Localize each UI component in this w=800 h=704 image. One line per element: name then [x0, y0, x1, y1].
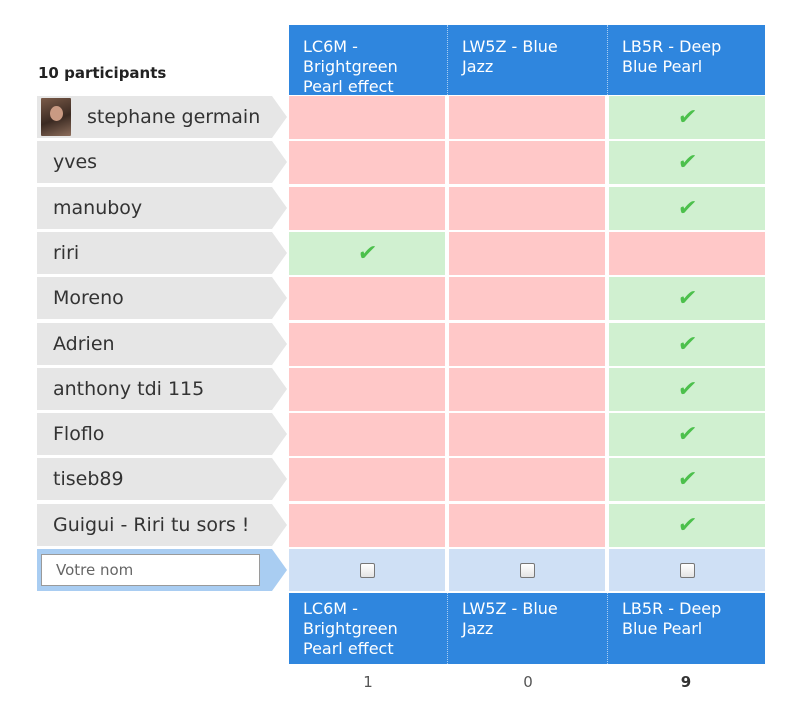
vote-cell-yes: ✔ — [609, 323, 765, 366]
checkmark-icon: ✔ — [676, 376, 699, 402]
checkmark-icon: ✔ — [356, 240, 379, 266]
participant-name-label: Adrien — [53, 333, 115, 355]
participant-name-label: manuboy — [53, 197, 143, 219]
column-header-2: LW5Z - Blue Jazz — [447, 25, 607, 95]
avatar — [41, 98, 71, 136]
checkmark-icon: ✔ — [676, 285, 699, 311]
vote-cell-no — [449, 187, 605, 230]
poll-table: 10 participants LC6M - Brightgreen Pearl… — [0, 0, 800, 704]
vote-cell-no — [289, 141, 445, 184]
participant-name-label: tiseb89 — [53, 468, 124, 490]
vote-cell-yes: ✔ — [609, 187, 765, 230]
vote-cell-no — [609, 232, 765, 275]
vote-cell-no — [449, 232, 605, 275]
vote-cell-no — [449, 141, 605, 184]
checkmark-icon: ✔ — [676, 466, 699, 492]
vote-cell-no — [289, 96, 445, 139]
checkmark-icon: ✔ — [676, 421, 699, 447]
vote-cell-yes: ✔ — [609, 277, 765, 320]
column-footer-3: LB5R - Deep Blue Pearl — [607, 593, 765, 664]
participant-name-label: Guigui - Riri tu sors ! — [53, 514, 250, 536]
vote-cell-no — [289, 413, 445, 456]
participant-name: stephane germain — [37, 96, 287, 138]
vote-input-cell-3 — [609, 549, 765, 591]
vote-cell-no — [289, 187, 445, 230]
participant-name-label: yves — [53, 151, 98, 173]
vote-cell-no — [449, 458, 605, 501]
participant-name: yves — [37, 141, 287, 183]
participant-name: Adrien — [37, 323, 287, 365]
vote-cell-no — [289, 368, 445, 411]
vote-cell-no — [449, 277, 605, 320]
checkmark-icon: ✔ — [676, 104, 699, 130]
participant-name: riri — [37, 232, 287, 274]
vote-input-cell-2 — [449, 549, 605, 591]
participant-name: Guigui - Riri tu sors ! — [37, 504, 287, 546]
participant-name-label: stephane germain — [87, 106, 261, 128]
participant-name-label: riri — [53, 242, 80, 264]
checkmark-icon: ✔ — [676, 512, 699, 538]
checkmark-icon: ✔ — [676, 195, 699, 221]
vote-cell-yes: ✔ — [609, 458, 765, 501]
vote-input-cell-1 — [289, 549, 445, 591]
vote-cell-no — [289, 504, 445, 547]
vote-total-2: 0 — [523, 673, 533, 691]
vote-total-1: 1 — [363, 673, 373, 691]
vote-checkbox-1[interactable] — [359, 562, 375, 578]
participant-name: Floflo — [37, 413, 287, 455]
vote-cell-no — [449, 368, 605, 411]
participant-name-label: Floflo — [53, 423, 105, 445]
vote-checkbox-2[interactable] — [519, 562, 535, 578]
participant-name-label: anthony tdi 115 — [53, 378, 205, 400]
column-header-3: LB5R - Deep Blue Pearl — [607, 25, 765, 95]
vote-cell-yes: ✔ — [289, 232, 445, 275]
name-input[interactable] — [41, 554, 260, 586]
vote-cell-yes: ✔ — [609, 504, 765, 547]
participant-name: tiseb89 — [37, 458, 287, 500]
column-header-1: LC6M - Brightgreen Pearl effect — [289, 25, 447, 96]
vote-cell-no — [289, 277, 445, 320]
participant-name: Moreno — [37, 277, 287, 319]
vote-cell-yes: ✔ — [609, 413, 765, 456]
participant-name: anthony tdi 115 — [37, 368, 287, 410]
vote-checkbox-3[interactable] — [679, 562, 695, 578]
checkmark-icon: ✔ — [676, 149, 699, 175]
vote-cell-no — [449, 413, 605, 456]
vote-cell-yes: ✔ — [609, 141, 765, 184]
vote-cell-yes: ✔ — [609, 96, 765, 139]
vote-total-3: 9 — [680, 673, 692, 691]
participant-name: manuboy — [37, 187, 287, 229]
checkmark-icon: ✔ — [676, 331, 699, 357]
vote-cell-no — [449, 96, 605, 139]
vote-cell-no — [449, 504, 605, 547]
vote-cell-no — [289, 458, 445, 501]
vote-cell-no — [289, 323, 445, 366]
participant-name-label: Moreno — [53, 287, 124, 309]
vote-cell-yes: ✔ — [609, 368, 765, 411]
column-footer-1: LC6M - Brightgreen Pearl effect — [289, 593, 447, 664]
vote-cell-no — [449, 323, 605, 366]
column-footer-2: LW5Z - Blue Jazz — [447, 593, 607, 664]
participants-count: 10 participants — [38, 64, 167, 82]
